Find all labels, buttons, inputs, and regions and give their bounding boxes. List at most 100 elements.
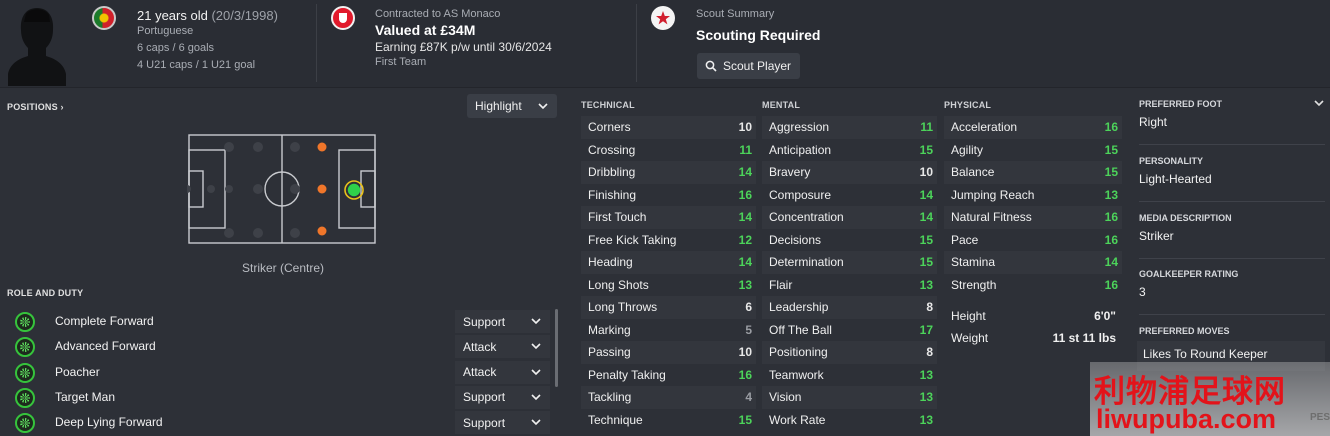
attribute-row[interactable]: Acceleration 16 [944,116,1122,139]
squad-status: First Team [375,56,427,68]
role-row[interactable]: Poacher Attack [0,360,560,386]
nationality: Portuguese [137,25,194,37]
attribute-row[interactable]: Agility 15 [944,139,1122,162]
weight-label: Weight [951,331,989,345]
duty-dropdown[interactable]: Support [455,385,550,409]
u21-caps: 4 U21 caps / 1 U21 goal [137,59,256,71]
chevron-down-icon [531,343,541,350]
attribute-row[interactable]: Crossing 11 [581,139,756,162]
attribute-value: 6 [745,300,752,315]
duty-dropdown[interactable]: Support [455,411,550,435]
attribute-row[interactable]: Bravery 10 [762,161,937,184]
attribute-name: Agility [951,142,984,157]
club-badge-icon[interactable] [331,6,355,30]
attribute-value: 13 [919,367,933,382]
attribute-row[interactable]: Balance 15 [944,161,1122,184]
attribute-row[interactable]: Pace 16 [944,229,1122,252]
duty-dropdown[interactable]: Attack [455,335,550,359]
attribute-value: 12 [738,232,752,247]
attribute-value: 13 [919,277,933,292]
attribute-row[interactable]: Determination 15 [762,251,937,274]
role-row[interactable]: Target Man Support [0,385,560,411]
attribute-name: Finishing [588,187,637,202]
attribute-row[interactable]: Off The Ball 17 [762,319,937,342]
physical-attributes: Acceleration 16 Agility 15 Balance 15 Jumping … [944,116,1122,296]
goalkeeper-rating-label: GOALKEEPER RATING [1139,269,1239,279]
attribute-name: Off The Ball [769,322,832,337]
attribute-row[interactable]: Finishing 16 [581,184,756,207]
position-caption: Striker (Centre) [241,261,324,275]
attribute-name: Concentration [769,210,844,225]
attribute-row[interactable]: Composure 14 [762,184,937,207]
contract-label[interactable]: Contracted to AS Monaco [375,8,500,20]
role-name: Target Man [55,389,116,404]
attribute-name: Composure [769,187,832,202]
attribute-row[interactable]: Strength 16 [944,274,1122,297]
attribute-value: 10 [738,345,752,360]
attribute-name: Acceleration [951,120,1018,135]
attribute-row[interactable]: First Touch 14 [581,206,756,229]
attribute-name: Teamwork [769,367,824,382]
scout-player-button[interactable]: Scout Player [697,53,800,79]
player-wage: Earning £87K p/w until 30/6/2024 [375,40,552,54]
attribute-row[interactable]: Anticipation 15 [762,139,937,162]
attribute-row[interactable]: Long Shots 13 [581,274,756,297]
attribute-row[interactable]: Passing 10 [581,341,756,364]
attribute-row[interactable]: Corners 10 [581,116,756,139]
duty-dropdown[interactable]: Attack [455,360,550,384]
chevron-down-icon [531,369,541,375]
attribute-row[interactable]: Marking 5 [581,319,756,342]
attribute-row[interactable]: Natural Fitness 16 [944,206,1122,229]
mental-attributes: Aggression 11 Anticipation 15 Bravery 10 Compo… [762,116,937,431]
technical-title: TECHNICAL [581,100,635,110]
scouting-status: Scouting Required [696,27,821,43]
media-description-label: MEDIA DESCRIPTION [1139,213,1232,223]
watermark-side: PES [1309,412,1330,423]
role-row[interactable]: Complete Forward Support [0,310,560,335]
attribute-name: Aggression [769,120,830,135]
attribute-name: Bravery [769,165,811,180]
duty-dropdown[interactable]: Support [455,310,550,333]
attribute-row[interactable]: Positioning 8 [762,341,937,364]
attribute-row[interactable]: Aggression 11 [762,116,937,139]
attribute-value: 14 [919,210,933,225]
attribute-row[interactable]: Tackling 4 [581,386,756,409]
attribute-row[interactable]: Jumping Reach 13 [944,184,1122,207]
duty-value: Support [463,314,506,329]
attribute-row[interactable]: Leadership 8 [762,296,937,319]
attribute-row[interactable]: Heading 14 [581,251,756,274]
attribute-value: 8 [926,300,933,315]
attribute-row[interactable]: Free Kick Taking 12 [581,229,756,252]
roles-scrollbar[interactable] [555,309,558,387]
attribute-row[interactable]: Work Rate 13 [762,409,937,432]
positions-title[interactable]: POSITIONS › [7,102,64,112]
chevron-down-icon[interactable] [1314,100,1324,107]
attribute-row[interactable]: Dribbling 14 [581,161,756,184]
attribute-row[interactable]: Technique 15 [581,409,756,432]
role-name: Complete Forward [55,314,154,328]
attribute-row[interactable]: Concentration 14 [762,206,937,229]
attribute-row[interactable]: Long Throws 6 [581,296,756,319]
watermark: 利物浦足球网 liwupuba.com PES [1090,362,1330,436]
role-name: Deep Lying Forward [55,415,163,430]
media-description-value: Striker [1139,229,1174,243]
height-row: Height 6'0" [944,309,1122,323]
attribute-row[interactable]: Penalty Taking 16 [581,364,756,387]
attribute-value: 11 [920,120,933,135]
attribute-value: 16 [1104,120,1118,135]
attribute-name: Passing [588,345,631,360]
attribute-value: 15 [738,412,752,427]
role-row[interactable]: Advanced Forward Attack [0,335,560,360]
attribute-name: Leadership [769,300,829,315]
highlight-dropdown[interactable]: Highlight [467,94,557,118]
attribute-row[interactable]: Teamwork 13 [762,364,937,387]
mental-title: MENTAL [762,100,801,110]
chevron-down-icon [531,394,541,401]
attribute-row[interactable]: Flair 13 [762,274,937,297]
role-row[interactable]: Deep Lying Forward Support [0,411,560,436]
attribute-value: 15 [919,255,933,270]
attribute-row[interactable]: Decisions 15 [762,229,937,252]
technical-attributes: Corners 10 Crossing 11 Dribbling 14 Finishing 1… [581,116,756,431]
attribute-row[interactable]: Vision 13 [762,386,937,409]
attribute-row[interactable]: Stamina 14 [944,251,1122,274]
